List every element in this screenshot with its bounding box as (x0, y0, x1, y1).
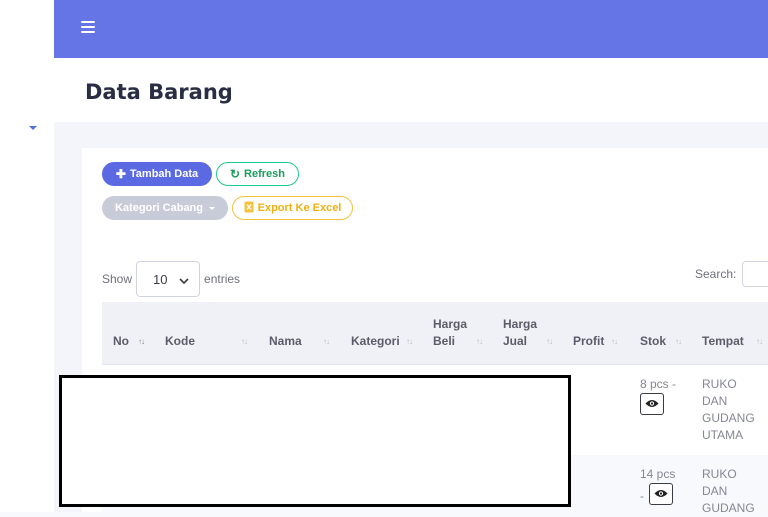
eye-icon (654, 485, 668, 503)
sort-icon: ↑↓ (406, 337, 413, 346)
search-control: Search: (695, 260, 768, 288)
plus-icon: ✚ (115, 167, 126, 181)
page-title: Data Barang (85, 80, 233, 104)
page-header: Data Barang (54, 58, 768, 122)
column-header-tempat[interactable]: Tempat (702, 333, 744, 350)
sidebar (0, 0, 55, 512)
entries-label: entries (204, 272, 241, 286)
sort-icon: ↑↓ (241, 337, 248, 346)
column-header-no[interactable]: No (113, 333, 129, 350)
sort-icon: ↑↓ (546, 337, 553, 346)
table-header: No ↑↓ Kode ↑↓ Nama ↑↓ Kategori ↑↓ Harga … (102, 302, 768, 365)
view-stock-button[interactable] (640, 393, 664, 415)
sort-icon: ↑↓ (756, 337, 763, 346)
column-header-nama[interactable]: Nama (269, 333, 302, 350)
eye-icon (645, 395, 659, 413)
kategori-cabang-label: Kategori Cabang (114, 202, 203, 214)
length-control: Show 10 entries (102, 260, 240, 298)
sidebar-caret-icon[interactable] (29, 126, 37, 130)
hamburger-icon[interactable] (81, 21, 95, 33)
entries-value: 10 (153, 271, 168, 287)
sort-icon: ↑↓ (138, 337, 145, 346)
add-data-label: Tambah Data (129, 168, 199, 180)
sort-icon: ↑↓ (476, 337, 483, 346)
tempat-cell: RUKO DAN GUDANG (702, 467, 755, 515)
stok-cell-suffix: - (640, 489, 644, 503)
chevron-down-icon (179, 272, 189, 287)
chevron-down-icon (209, 206, 215, 210)
sort-icon: ↑↓ (323, 337, 330, 346)
column-header-stok[interactable]: Stok (640, 333, 666, 350)
column-header-harga-beli[interactable]: Harga Beli (433, 316, 467, 350)
entries-select[interactable]: 10 (136, 261, 201, 297)
tempat-cell: RUKO DAN GUDANG UTAMA (702, 377, 755, 442)
search-label: Search: (695, 267, 737, 281)
refresh-button[interactable]: ↻ Refresh (216, 162, 299, 186)
stok-cell: 14 pcs (640, 467, 676, 481)
column-header-kode[interactable]: Kode (165, 333, 195, 350)
export-excel-button[interactable]: Export Ke Excel (232, 196, 353, 220)
toolbar: ✚ Tambah Data ↻ Refresh Kategori Cabang … (82, 148, 768, 236)
search-input[interactable] (742, 261, 768, 287)
redaction-box (59, 375, 571, 507)
topbar (54, 0, 768, 58)
column-header-profit[interactable]: Profit (573, 333, 604, 350)
stok-cell: 8 pcs - (640, 377, 677, 391)
export-excel-label: Export Ke Excel (257, 202, 342, 214)
view-stock-button[interactable] (649, 483, 673, 505)
refresh-label: Refresh (244, 168, 286, 180)
column-header-kategori[interactable]: Kategori (351, 333, 400, 350)
sort-icon: ↑↓ (675, 337, 682, 346)
kategori-cabang-dropdown[interactable]: Kategori Cabang (102, 196, 228, 220)
show-label: Show (102, 272, 133, 286)
sort-icon: ↑↓ (611, 337, 618, 346)
add-data-button[interactable]: ✚ Tambah Data (102, 162, 212, 186)
redo-icon: ↻ (229, 167, 241, 181)
column-header-harga-jual[interactable]: Harga Jual (503, 316, 537, 350)
file-excel-icon (244, 201, 254, 216)
